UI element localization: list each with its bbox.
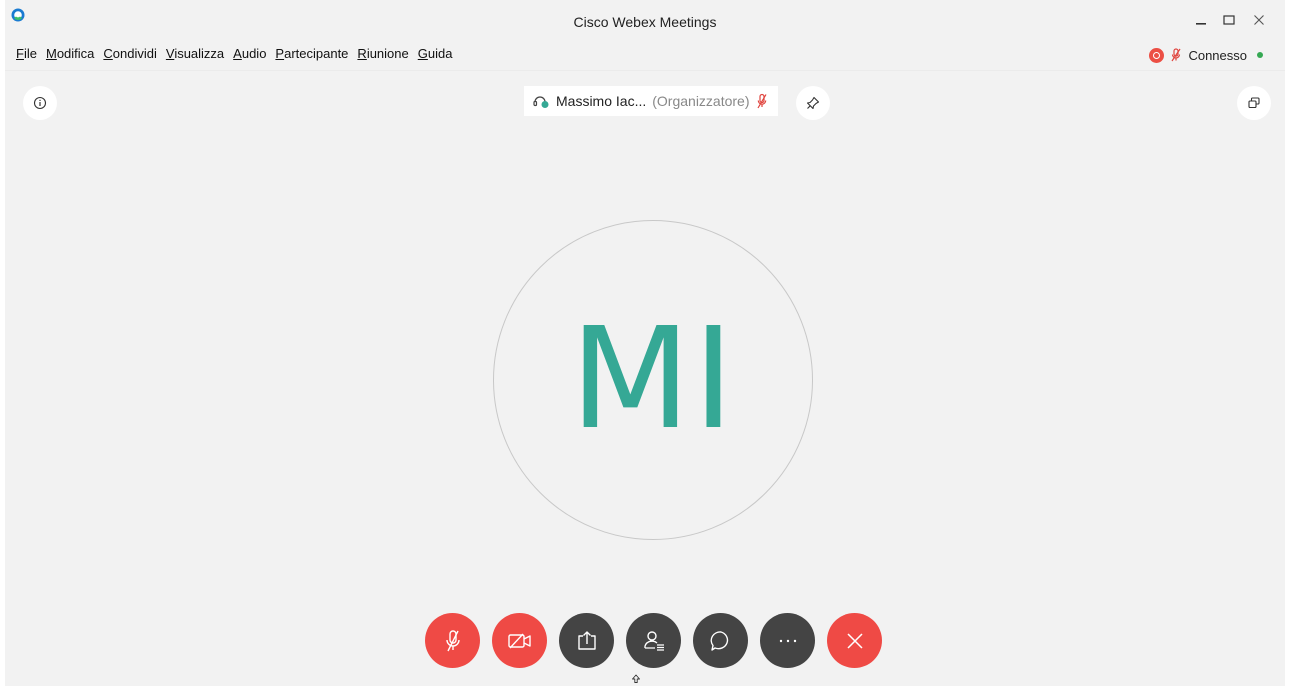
- connected-indicator-icon: [1257, 52, 1263, 58]
- maximize-button[interactable]: [1215, 8, 1243, 32]
- webex-window: Cisco Webex Meetings File Modifica Condi…: [0, 0, 1290, 686]
- window-title: Cisco Webex Meetings: [573, 14, 717, 30]
- video-off-icon: [507, 633, 531, 648]
- more-icon: [779, 639, 796, 642]
- pin-icon: [806, 96, 820, 110]
- menu-riunione[interactable]: Riunione: [354, 46, 411, 66]
- maximize-icon: [1223, 15, 1235, 25]
- host-headset-icon: [533, 96, 549, 108]
- start-video-button[interactable]: [492, 613, 547, 668]
- menu-condividi[interactable]: Condividi: [100, 46, 159, 66]
- more-options-button[interactable]: [760, 613, 815, 668]
- close-icon: [846, 632, 863, 649]
- layout-switch-button[interactable]: [1237, 86, 1271, 120]
- mic-muted-icon: [445, 629, 460, 651]
- minimize-icon: [1196, 23, 1206, 25]
- menu-modifica[interactable]: Modifica: [43, 46, 97, 66]
- chat-button[interactable]: [693, 613, 748, 668]
- participant-role: (Organizzatore): [652, 93, 750, 109]
- participants-button[interactable]: [626, 613, 681, 668]
- unmute-button[interactable]: [425, 613, 480, 668]
- connection-label: Connesso: [1188, 47, 1247, 63]
- menu-guida[interactable]: Guida: [415, 46, 456, 66]
- pin-speaker-button[interactable]: [796, 86, 830, 120]
- menu-file[interactable]: File: [13, 46, 40, 66]
- minimize-button[interactable]: [1187, 8, 1215, 32]
- chat-icon: [710, 630, 728, 651]
- close-window-button[interactable]: [1245, 8, 1273, 32]
- info-icon: [33, 96, 47, 110]
- mic-muted-icon: [756, 93, 767, 109]
- menu-audio[interactable]: Audio: [230, 46, 269, 66]
- connection-status: Connesso: [1149, 45, 1263, 65]
- recording-icon[interactable]: [1149, 47, 1165, 63]
- share-icon: [577, 630, 596, 650]
- share-content-button[interactable]: [559, 613, 614, 668]
- title-bar: Cisco Webex Meetings: [5, 0, 1285, 44]
- participant-name: Massimo Iac...: [556, 93, 647, 109]
- layout-switch-icon: [1248, 97, 1260, 109]
- pin-controls-handle-icon[interactable]: [631, 674, 641, 684]
- active-speaker-label: Massimo Iac... (Organizzatore): [524, 86, 778, 116]
- avatar-initials: MI: [569, 298, 737, 461]
- close-window-icon: [1254, 15, 1264, 25]
- leave-meeting-button[interactable]: [827, 613, 882, 668]
- participants-icon: [643, 630, 664, 651]
- menu-divider: [5, 70, 1285, 71]
- menu-visualizza[interactable]: Visualizza: [163, 46, 227, 66]
- menu-partecipante[interactable]: Partecipante: [272, 46, 351, 66]
- participant-avatar: MI: [493, 220, 813, 540]
- menu-bar: File Modifica Condividi Visualizza Audio…: [13, 46, 458, 66]
- meeting-controls: [425, 613, 882, 668]
- mic-muted-status-icon[interactable]: [1170, 48, 1182, 62]
- meeting-info-button[interactable]: [23, 86, 57, 120]
